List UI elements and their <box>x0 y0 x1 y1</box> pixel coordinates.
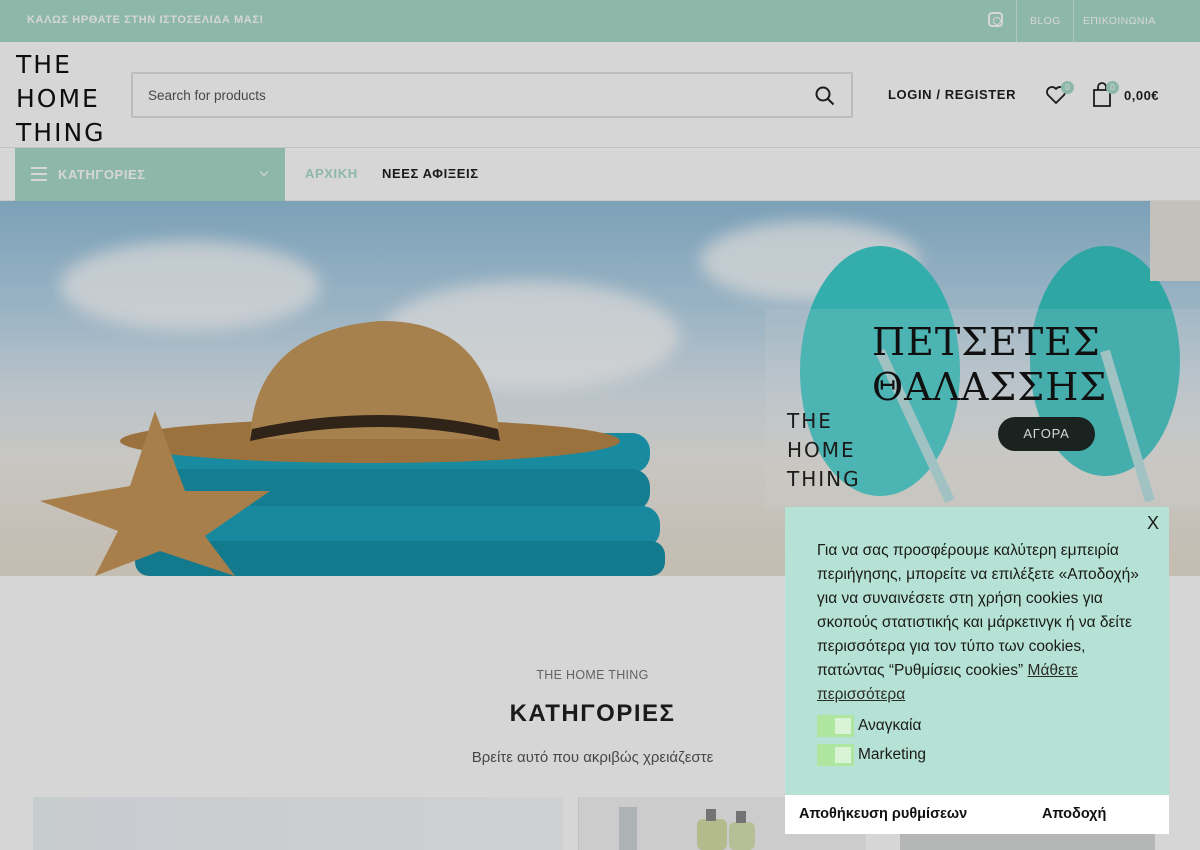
blog-link[interactable]: BLOG <box>1030 15 1061 27</box>
search-icon[interactable] <box>815 86 835 106</box>
cookie-consent-dialog: X Για να σας προσφέρουμε καλύτερη εμπειρ… <box>785 507 1169 834</box>
logo-line: HOME <box>16 84 100 113</box>
welcome-message: ΚΑΛΩΣ ΗΡΘΑΤΕ ΣΤΗΝ ΙΣΤΟΣΕΛΙΔΑ ΜΑΣ! <box>27 14 264 26</box>
section-title: ΚΑΤΗΓΟΡΙΕΣ <box>509 700 676 727</box>
hero-title: ΠΕΤΣΕΤΕΣ ΘΑΛΑΣΣΗΣ <box>872 320 1108 409</box>
cart-total[interactable]: 0,00€ <box>1124 88 1159 103</box>
categories-label: ΚΑΤΗΓΟΡΙΕΣ <box>58 167 146 182</box>
category-card[interactable] <box>33 797 563 850</box>
hero-logo: THE HOME THING <box>787 407 861 494</box>
divider <box>1016 0 1017 42</box>
top-bar: ΚΑΛΩΣ ΗΡΘΑΤΕ ΣΤΗΝ ΙΣΤΟΣΕΛΙΔΑ ΜΑΣ! BLOG Ε… <box>0 0 1200 42</box>
nav-link-home[interactable]: ΑΡΧΙΚΗ <box>305 166 358 181</box>
section-description: Βρείτε αυτό που ακριβώς χρειάζεστε <box>471 749 714 766</box>
divider <box>1073 0 1074 42</box>
categories-menu-button[interactable]: ΚΑΤΗΓΟΡΙΕΣ <box>15 148 285 201</box>
contact-link[interactable]: ΕΠΙΚΟΙΝΩΝΙΑ <box>1083 15 1156 27</box>
cookie-message-text: Για να σας προσφέρουμε καλύτερη εμπειρία… <box>817 542 1139 679</box>
logo-line: THING <box>787 467 861 491</box>
marketing-toggle[interactable] <box>817 744 854 766</box>
accept-button[interactable]: Αποδοχή <box>1042 806 1106 822</box>
logo-line: THE <box>787 409 833 433</box>
chevron-down-icon <box>259 167 269 177</box>
logo-line: HOME <box>787 438 856 462</box>
logo-line: THE <box>16 50 72 79</box>
main-navigation: ΚΑΤΗΓΟΡΙΕΣ <box>0 148 1200 201</box>
login-register-link[interactable]: LOGIN / REGISTER <box>888 87 1016 102</box>
cookie-message: Για να σας προσφέρουμε καλύτερη εμπειρία… <box>817 539 1147 707</box>
option-label: Marketing <box>858 746 927 763</box>
search-input[interactable]: Search for products <box>131 72 853 118</box>
search-placeholder: Search for products <box>148 88 266 103</box>
hamburger-icon <box>31 167 47 181</box>
wishlist-count-badge: 0 <box>1061 81 1074 94</box>
nav-link-new-arrivals[interactable]: ΝΕΕΣ ΑΦΙΞΕΙΣ <box>382 166 479 181</box>
instagram-icon[interactable] <box>988 12 1003 27</box>
cookie-button-bar: Αποθήκευση ρυθμίσεων Αποδοχή <box>785 795 1169 834</box>
shop-now-button[interactable]: ΑΓΟΡΑ <box>998 417 1095 451</box>
option-label: Αναγκαία <box>858 717 922 734</box>
section-subtitle: THE HOME THING <box>536 668 649 682</box>
cart-count-badge: 0 <box>1106 81 1119 94</box>
close-button[interactable]: X <box>1147 513 1159 534</box>
site-header: THE HOME THING Search for products LOGIN… <box>0 42 1200 148</box>
site-logo[interactable]: THE HOME THING <box>16 48 106 150</box>
logo-line: THING <box>16 118 106 147</box>
save-settings-button[interactable]: Αποθήκευση ρυθμίσεων <box>799 806 967 822</box>
necessary-toggle[interactable] <box>817 715 854 737</box>
